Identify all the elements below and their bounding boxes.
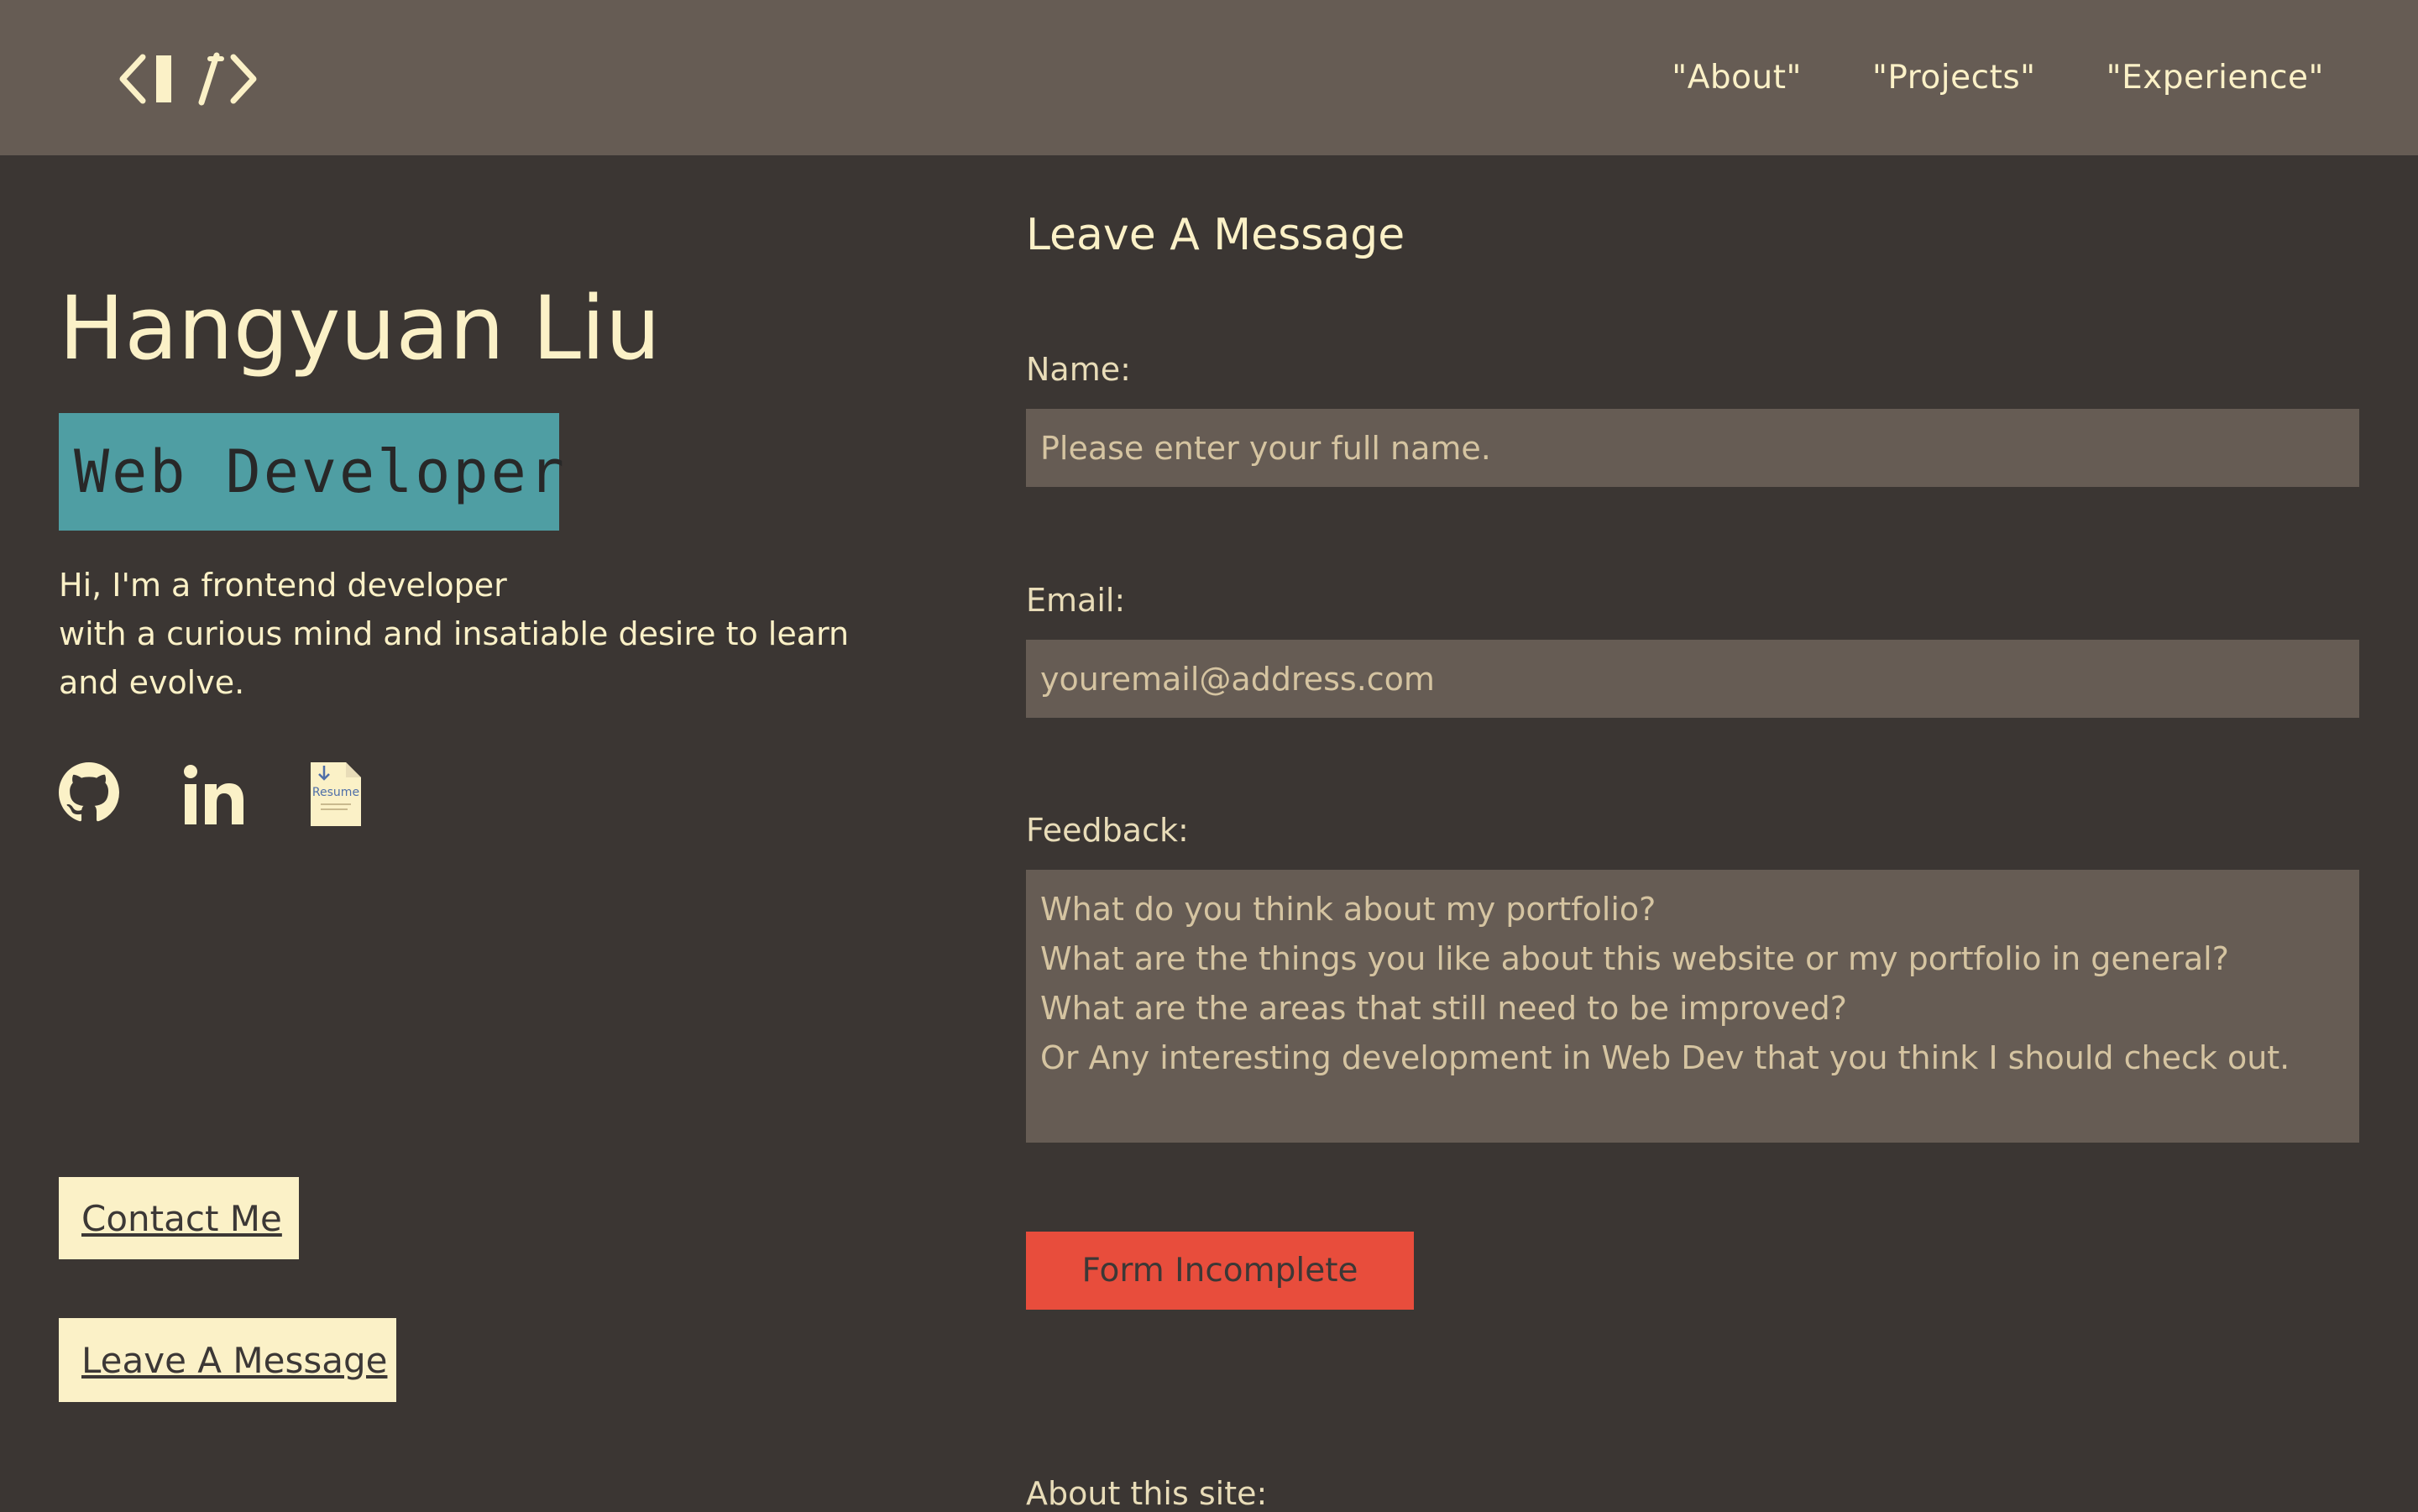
hero-role-badge: Web Developer: [59, 413, 564, 531]
main-nav: "About" "Projects" "Experience": [1672, 0, 2324, 155]
form-title: Leave A Message: [1026, 210, 1405, 260]
leave-message-button[interactable]: Leave A Message: [59, 1318, 396, 1402]
contact-me-button[interactable]: Contact Me: [59, 1177, 299, 1259]
linkedin-icon[interactable]: [183, 764, 245, 826]
intro-line: Hi, I'm a frontend developer: [59, 567, 507, 604]
hero-intro: Hi, I'm a frontend developer with a curi…: [59, 561, 915, 707]
email-label: Email:: [1026, 582, 1126, 619]
submit-button[interactable]: Form Incomplete: [1026, 1232, 1414, 1310]
feedback-textarea[interactable]: [1026, 870, 2359, 1143]
nav-about[interactable]: "About": [1672, 59, 1802, 97]
feedback-label: Feedback:: [1026, 812, 1189, 849]
site-header: "About" "Projects" "Experience": [0, 0, 2418, 155]
code-logo-icon[interactable]: [118, 49, 260, 109]
intro-line: with a curious mind and insatiable desir…: [59, 615, 850, 652]
name-label: Name:: [1026, 351, 1131, 388]
nav-experience[interactable]: "Experience": [2107, 59, 2324, 97]
resume-icon[interactable]: Resume: [309, 761, 363, 828]
svg-text:Resume: Resume: [312, 786, 359, 799]
email-input[interactable]: [1026, 640, 2359, 718]
nav-projects[interactable]: "Projects": [1872, 59, 2036, 97]
name-input[interactable]: [1026, 409, 2359, 487]
intro-line: and evolve.: [59, 664, 245, 701]
about-site-heading: About this site:: [1026, 1475, 1268, 1512]
github-icon[interactable]: [59, 762, 119, 823]
hero-name: Hangyuan Liu: [59, 277, 661, 379]
